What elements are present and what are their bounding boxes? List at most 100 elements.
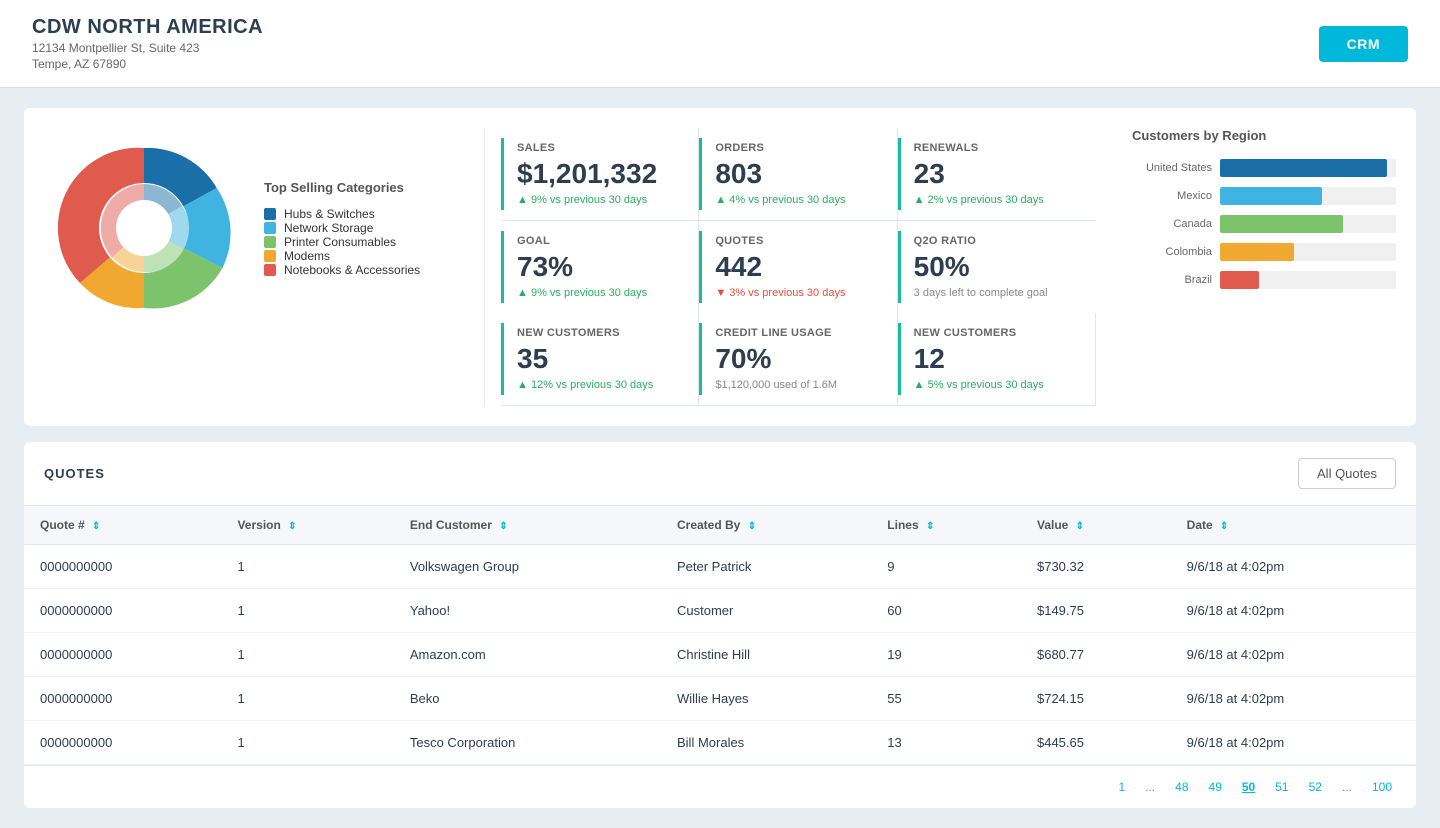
company-name: CDW NORTH AMERICA: [32, 16, 263, 39]
metric-card: Goal 73% 9% vs previous 30 days: [501, 221, 699, 313]
metric-label: Q2O Ratio: [914, 235, 1080, 247]
metric-card: Renewals 23 2% vs previous 30 days: [898, 128, 1096, 221]
region-label: Brazil: [1132, 274, 1212, 286]
region-bar-container: [1220, 271, 1396, 289]
metric-sub: 9% vs previous 30 days: [517, 287, 682, 299]
metric-sub: 9% vs previous 30 days: [517, 194, 682, 206]
metric-value: 803: [715, 158, 880, 190]
page-button[interactable]: 50: [1234, 776, 1263, 798]
sort-icon: ⇕: [92, 521, 100, 532]
table-cell: $724.15: [1021, 677, 1171, 721]
metric-card: New Customers 12 5% vs previous 30 days: [898, 313, 1096, 406]
table-row[interactable]: 00000000001Tesco CorporationBill Morales…: [24, 721, 1416, 765]
page-button[interactable]: 49: [1201, 776, 1230, 798]
table-header: Quote # ⇕Version ⇕End Customer ⇕Created …: [24, 506, 1416, 545]
table-cell: 9/6/18 at 4:02pm: [1171, 589, 1416, 633]
all-quotes-button[interactable]: All Quotes: [1298, 458, 1396, 489]
metric-card: Sales $1,201,332 9% vs previous 30 days: [501, 128, 699, 221]
table-row[interactable]: 00000000001BekoWillie Hayes55$724.159/6/…: [24, 677, 1416, 721]
region-bar-container: [1220, 159, 1396, 177]
table-column-header[interactable]: Version ⇕: [221, 506, 393, 545]
table-column-header[interactable]: Quote # ⇕: [24, 506, 221, 545]
legend-item: Printer Consumables: [264, 235, 434, 249]
region-title: Customers by Region: [1132, 128, 1396, 143]
region-bar-container: [1220, 243, 1396, 261]
table-cell: 9/6/18 at 4:02pm: [1171, 633, 1416, 677]
table-cell: 1: [221, 677, 393, 721]
legend-item: Network Storage: [264, 221, 434, 235]
main-content: Top Selling Categories Hubs & SwitchesNe…: [0, 88, 1440, 828]
region-row: Mexico: [1132, 187, 1396, 205]
metric-card: New Customers 35 12% vs previous 30 days: [501, 313, 699, 406]
address-line1: 12134 Montpellier St, Suite 423: [32, 41, 263, 55]
table-column-header[interactable]: Date ⇕: [1171, 506, 1416, 545]
metric-sub: 12% vs previous 30 days: [517, 379, 682, 391]
region-bar: [1220, 187, 1322, 205]
table-row[interactable]: 00000000001Volkswagen GroupPeter Patrick…: [24, 545, 1416, 589]
table-column-header[interactable]: Lines ⇕: [871, 506, 1021, 545]
page-button[interactable]: 1: [1110, 776, 1133, 798]
region-row: Brazil: [1132, 271, 1396, 289]
metric-label: New Customers: [517, 327, 682, 339]
metric-sub: 2% vs previous 30 days: [914, 194, 1080, 206]
region-bar-container: [1220, 187, 1396, 205]
table-cell: 9/6/18 at 4:02pm: [1171, 545, 1416, 589]
sort-icon: ⇕: [1220, 521, 1228, 532]
metric-value: 50%: [914, 251, 1080, 283]
table-cell: Tesco Corporation: [394, 721, 661, 765]
metric-label: Goal: [517, 235, 682, 247]
table-column-header[interactable]: Created By ⇕: [661, 506, 871, 545]
table-cell: Volkswagen Group: [394, 545, 661, 589]
table-cell: Christine Hill: [661, 633, 871, 677]
region-bar: [1220, 159, 1387, 177]
address-line2: Tempe, AZ 67890: [32, 57, 263, 71]
table-row[interactable]: 00000000001Amazon.comChristine Hill19$68…: [24, 633, 1416, 677]
metric-label: New Customers: [914, 327, 1079, 339]
quotes-title: QUOTES: [44, 466, 105, 481]
page-button[interactable]: 52: [1301, 776, 1330, 798]
sort-icon: ⇕: [748, 521, 756, 532]
metric-label: Renewals: [914, 142, 1080, 154]
table-cell: Amazon.com: [394, 633, 661, 677]
sort-icon: ⇕: [499, 521, 507, 532]
table-cell: 9: [871, 545, 1021, 589]
quotes-table: Quote # ⇕Version ⇕End Customer ⇕Created …: [24, 506, 1416, 765]
page-button[interactable]: 51: [1267, 776, 1296, 798]
pie-chart: [44, 128, 244, 328]
legend-label: Notebooks & Accessories: [284, 263, 420, 277]
table-cell: 0000000000: [24, 721, 221, 765]
legend-item: Hubs & Switches: [264, 207, 434, 221]
table-cell: 55: [871, 677, 1021, 721]
page-button[interactable]: 48: [1167, 776, 1196, 798]
legend-title: Top Selling Categories: [264, 180, 434, 195]
table-cell: Customer: [661, 589, 871, 633]
region-bar: [1220, 271, 1259, 289]
region-section: Customers by Region United States Mexico…: [1116, 128, 1396, 289]
table-column-header[interactable]: Value ⇕: [1021, 506, 1171, 545]
pie-section: Top Selling Categories Hubs & SwitchesNe…: [44, 128, 464, 328]
table-cell: 0000000000: [24, 589, 221, 633]
metric-label: Orders: [715, 142, 880, 154]
pie-legend: Top Selling Categories Hubs & SwitchesNe…: [264, 180, 434, 277]
metric-label: Sales: [517, 142, 682, 154]
table-row[interactable]: 00000000001Yahoo!Customer60$149.759/6/18…: [24, 589, 1416, 633]
table-body: 00000000001Volkswagen GroupPeter Patrick…: [24, 545, 1416, 765]
table-cell: 0000000000: [24, 677, 221, 721]
table-cell: 60: [871, 589, 1021, 633]
region-row: Canada: [1132, 215, 1396, 233]
region-label: Colombia: [1132, 246, 1212, 258]
table-cell: 9/6/18 at 4:02pm: [1171, 721, 1416, 765]
table-cell: $680.77: [1021, 633, 1171, 677]
page-button: ...: [1137, 776, 1163, 798]
page-button[interactable]: 100: [1364, 776, 1400, 798]
region-label: Mexico: [1132, 190, 1212, 202]
table-column-header[interactable]: End Customer ⇕: [394, 506, 661, 545]
metric-card: Orders 803 4% vs previous 30 days: [699, 128, 897, 221]
region-label: United States: [1132, 162, 1212, 174]
table-cell: 19: [871, 633, 1021, 677]
legend-label: Network Storage: [284, 221, 373, 235]
table-cell: Willie Hayes: [661, 677, 871, 721]
table-cell: 0000000000: [24, 545, 221, 589]
crm-button[interactable]: CRM: [1319, 26, 1408, 62]
table-cell: 9/6/18 at 4:02pm: [1171, 677, 1416, 721]
